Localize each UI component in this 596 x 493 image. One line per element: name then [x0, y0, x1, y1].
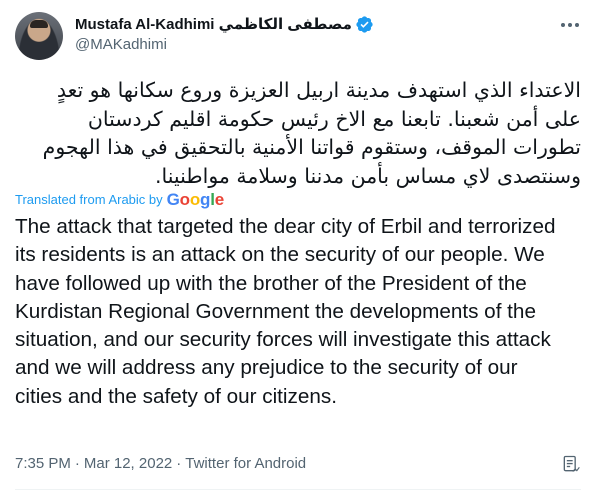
translation-attribution[interactable]: Translated from Arabic by Google — [15, 190, 224, 208]
tweet-source[interactable]: Twitter for Android — [185, 455, 306, 472]
meta-separator: · — [74, 455, 80, 472]
tweet-analytics-icon[interactable] — [561, 454, 581, 474]
more-options-icon[interactable] — [559, 14, 581, 36]
author-handle[interactable]: @MAKadhimi — [75, 36, 374, 53]
author-names: Mustafa Al-Kadhimi مصطفى الكاظمي @MAKadh… — [75, 14, 374, 53]
meta-separator: · — [176, 455, 182, 472]
author-display-name[interactable]: Mustafa Al-Kadhimi مصطفى الكاظمي — [75, 15, 352, 33]
tweet-header: Mustafa Al-Kadhimi مصطفى الكاظمي @MAKadh… — [15, 12, 581, 60]
tweet-time[interactable]: 7:35 PM — [15, 455, 71, 472]
tweet-translated-text: The attack that targeted the dear city o… — [15, 215, 556, 408]
tweet-card: Mustafa Al-Kadhimi مصطفى الكاظمي @MAKadh… — [0, 0, 596, 493]
tweet-date[interactable]: Mar 12, 2022 — [84, 455, 172, 472]
translated-label: Translated from Arabic by — [15, 191, 163, 207]
tweet-original-text: الاعتداء الذي استهدف مدينة اربيل العزيزة… — [42, 78, 581, 188]
tweet-meta: 7:35 PM · Mar 12, 2022 · Twitter for And… — [15, 455, 306, 472]
name-row: Mustafa Al-Kadhimi مصطفى الكاظمي — [75, 14, 374, 34]
verified-badge-icon — [356, 15, 373, 33]
google-logo: Google — [166, 189, 225, 209]
avatar[interactable] — [15, 12, 63, 60]
divider — [15, 489, 581, 490]
